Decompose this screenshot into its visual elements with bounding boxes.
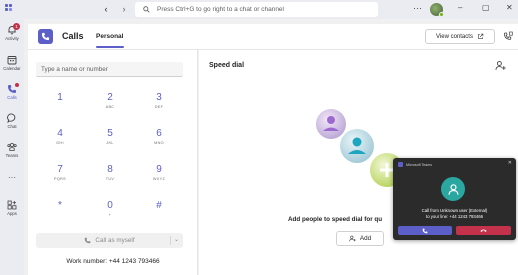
rail-item-chat[interactable]: Chat xyxy=(0,110,24,136)
rail-label-calls: Calls xyxy=(7,95,17,100)
divider xyxy=(170,236,171,245)
more-options-icon[interactable]: ··· xyxy=(413,3,422,13)
rail-item-teams[interactable]: Teams xyxy=(0,139,24,165)
dial-key-7[interactable]: 7 PQRS xyxy=(40,164,80,192)
rail-item-activity[interactable]: 1 Activity xyxy=(0,22,24,48)
teams-mini-icon xyxy=(398,162,403,167)
dial-key-5[interactable]: 5 JKL xyxy=(90,128,130,156)
dial-key-2[interactable]: 2 ABC xyxy=(90,92,130,120)
rail-item-apps[interactable]: Apps xyxy=(0,197,24,223)
dial-pad-panel: 1 2ABC 3DEF 4GHI 5JKL 6MNO 7PQRS 8TUV 9W… xyxy=(28,50,198,275)
teams-icon xyxy=(7,142,17,151)
rail-label-teams: Teams xyxy=(5,153,19,158)
callee-line: to your line: +44 1243 793466 xyxy=(426,214,483,219)
rail-item-more[interactable]: ··· xyxy=(0,169,24,195)
incoming-call-toast: Microsoft Teams ✕ Call from Unknown user… xyxy=(393,158,516,240)
add-person-icon xyxy=(349,235,356,242)
rail-label-chat: Chat xyxy=(7,124,17,129)
search-bar[interactable]: Press Ctrl+G to go right to a chat or ch… xyxy=(135,2,378,17)
caller-line: Call from Unknown user (External) xyxy=(421,208,488,213)
search-placeholder: Press Ctrl+G to go right to a chat or ch… xyxy=(157,6,284,13)
rail-label-apps: Apps xyxy=(7,211,17,216)
add-button-label: Add xyxy=(359,235,372,242)
nav-arrows: ‹ › xyxy=(100,3,130,15)
active-tab-indicator xyxy=(96,46,124,48)
add-speed-dial-button[interactable]: Add xyxy=(336,231,384,246)
apps-icon xyxy=(7,200,17,210)
app-rail: 1 Activity Calendar Calls Chat Teams ···… xyxy=(0,19,24,275)
accept-call-button[interactable] xyxy=(398,226,452,235)
speed-dial-title: Speed dial xyxy=(209,62,245,69)
dial-key-4[interactable]: 4 GHI xyxy=(40,128,80,156)
activity-badge: 1 xyxy=(13,23,20,30)
search-icon xyxy=(143,6,150,13)
toast-app-name: Microsoft Teams xyxy=(406,162,433,167)
tab-personal[interactable]: Personal xyxy=(96,33,123,40)
calls-notification-dot xyxy=(15,83,19,87)
dial-key-star[interactable]: * xyxy=(40,200,80,228)
name-or-number-input[interactable] xyxy=(36,62,183,77)
maximize-icon[interactable]: ▢ xyxy=(482,3,490,12)
minimize-icon[interactable]: – xyxy=(458,3,462,12)
toast-header: Microsoft Teams xyxy=(398,162,432,167)
presence-available-icon xyxy=(439,12,444,17)
teams-logo-icon[interactable] xyxy=(5,4,15,14)
calendar-icon xyxy=(7,56,17,65)
dial-key-1[interactable]: 1 xyxy=(40,92,80,120)
phone-icon xyxy=(422,228,428,233)
dial-key-6[interactable]: 6 MNO xyxy=(139,128,179,156)
add-person-icon[interactable] xyxy=(495,60,506,71)
calls-header: Calls Personal View contacts xyxy=(28,24,518,50)
phone-icon xyxy=(85,237,91,244)
dial-key-hash[interactable]: # xyxy=(139,200,179,228)
toast-close-icon[interactable]: ✕ xyxy=(508,160,512,166)
dial-key-3[interactable]: 3 DEF xyxy=(139,92,179,120)
chat-icon xyxy=(7,113,16,123)
rail-label-calendar: Calendar xyxy=(3,66,21,71)
dial-key-8[interactable]: 8 TUV xyxy=(90,164,130,192)
back-arrow-icon[interactable]: ‹ xyxy=(100,3,112,15)
rail-item-calls[interactable]: Calls xyxy=(0,81,24,107)
phone-settings-icon[interactable] xyxy=(503,31,513,41)
view-contacts-label: View contacts xyxy=(436,33,473,40)
forward-arrow-icon[interactable]: › xyxy=(118,3,130,15)
hang-up-icon xyxy=(480,229,487,232)
avatar[interactable] xyxy=(430,3,444,17)
empty-state-text: Add people to speed dial for qu xyxy=(288,216,383,223)
work-number: Work number: +44 1243 793466 xyxy=(66,258,160,265)
decline-call-button[interactable] xyxy=(456,226,511,235)
call-as-myself-button[interactable]: Call as myself ⌄ xyxy=(36,233,183,248)
dial-key-9[interactable]: 9 WXYZ xyxy=(139,164,179,192)
person-icon xyxy=(447,183,459,195)
rail-item-calendar[interactable]: Calendar xyxy=(0,52,24,78)
calls-logo-icon xyxy=(38,29,53,44)
page-title: Calls xyxy=(62,31,84,41)
close-icon[interactable]: ✕ xyxy=(506,3,513,12)
chevron-down-icon[interactable]: ⌄ xyxy=(174,236,179,243)
title-bar: ‹ › Press Ctrl+G to go right to a chat o… xyxy=(0,0,518,19)
open-external-icon xyxy=(478,33,484,39)
more-icon: ··· xyxy=(8,173,16,182)
view-contacts-button[interactable]: View contacts xyxy=(425,29,495,44)
call-button-label: Call as myself xyxy=(95,237,135,244)
caller-avatar xyxy=(441,177,465,201)
rail-label-activity: Activity xyxy=(5,36,19,41)
dial-key-0[interactable]: 0 + xyxy=(90,200,130,228)
